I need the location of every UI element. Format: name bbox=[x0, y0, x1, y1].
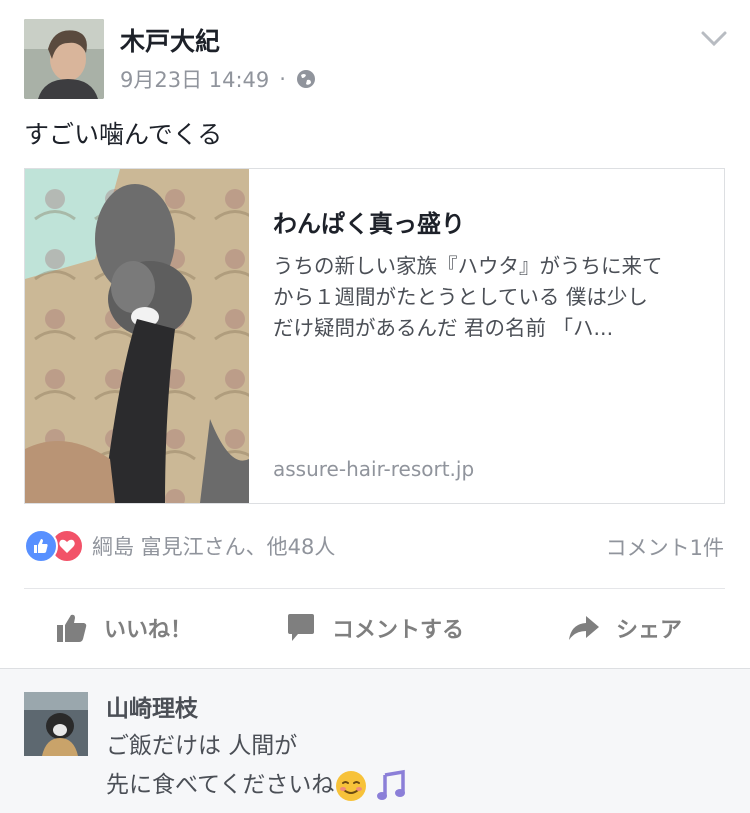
commenter-name[interactable]: 山崎理枝 bbox=[106, 689, 198, 723]
feed-post: 木戸大紀 9月23日 14:49 · すごい噛んでくる わんぱく真っ盛り うちの… bbox=[0, 0, 750, 668]
link-description-line: うちの新しい家族『ハウタ』がうちに来て bbox=[273, 254, 663, 278]
comment-button-label: コメントする bbox=[332, 618, 465, 643]
comments-section: 山崎理枝 ご飯だけは 人間が 先に食べてくださいね bbox=[0, 668, 750, 813]
share-button-label: シェア bbox=[616, 618, 683, 643]
author-avatar[interactable] bbox=[24, 19, 104, 99]
divider bbox=[24, 588, 725, 589]
link-description-line: だけ疑問があるんだ 君の名前 「ハ... bbox=[273, 316, 614, 340]
link-description-line: から１週間がたとうとしている 僕は少し bbox=[273, 285, 648, 309]
meta-separator: · bbox=[279, 67, 286, 91]
comment-text-line: 先に食べてくださいね bbox=[106, 765, 408, 803]
link-domain: assure-hair-resort.jp bbox=[273, 457, 475, 481]
speech-bubble-icon bbox=[288, 614, 314, 641]
like-button[interactable]: いいね！ bbox=[56, 612, 192, 644]
thumbs-up-icon bbox=[57, 614, 87, 642]
like-button-label: いいね！ bbox=[104, 618, 193, 643]
comment-text-line: ご飯だけは 人間が bbox=[106, 733, 298, 759]
post-meta: 9月23日 14:49 · bbox=[120, 64, 316, 94]
comment-count-link[interactable]: コメント1件 bbox=[606, 532, 724, 562]
share-button[interactable]: シェア bbox=[568, 612, 682, 644]
smiling-face-emoji bbox=[336, 770, 367, 801]
reaction-summary[interactable]: 綱島 富見江さん、他48人 bbox=[24, 529, 335, 563]
share-arrow-icon bbox=[569, 616, 599, 640]
comment-text: 先に食べてくださいね bbox=[106, 772, 335, 798]
music-notes-emoji bbox=[377, 769, 406, 800]
reaction-names: 綱島 富見江さん、他48人 bbox=[92, 535, 336, 559]
chevron-down-icon[interactable] bbox=[700, 30, 728, 48]
post-timestamp[interactable]: 9月23日 14:49 bbox=[120, 64, 269, 94]
post-text: すごい噛んでくる bbox=[24, 120, 223, 149]
post-author-name[interactable]: 木戸大紀 bbox=[120, 22, 220, 58]
globe-icon bbox=[296, 70, 315, 88]
link-title: わんぱく真っ盛り bbox=[273, 210, 465, 238]
link-preview-image bbox=[25, 169, 249, 503]
like-reaction-icon bbox=[24, 529, 58, 563]
comment-button[interactable]: コメントする bbox=[286, 612, 464, 644]
commenter-avatar[interactable] bbox=[24, 692, 88, 756]
link-preview-card[interactable]: わんぱく真っ盛り うちの新しい家族『ハウタ』がうちに来て から１週間がたとうとし… bbox=[24, 168, 725, 504]
link-description: うちの新しい家族『ハウタ』がうちに来て から１週間がたとうとしている 僕は少し … bbox=[273, 251, 713, 344]
